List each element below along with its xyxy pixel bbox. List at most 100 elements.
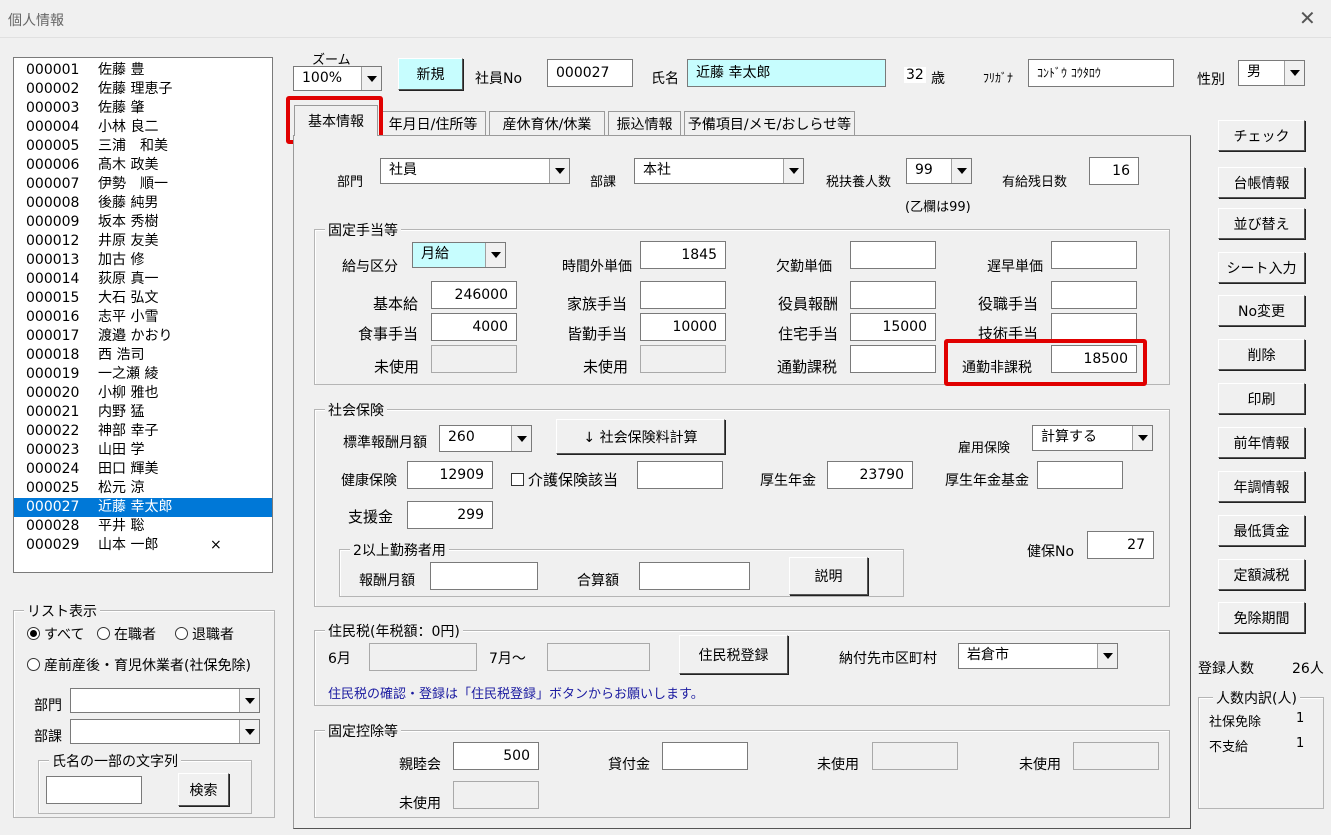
gender-select[interactable]: 男 — [1238, 60, 1305, 86]
pay-type-select[interactable]: 月給 — [412, 242, 506, 268]
dependents-select[interactable]: 99 — [906, 158, 972, 184]
close-icon[interactable]: ✕ — [1299, 6, 1316, 30]
std-monthly-select[interactable]: 260 — [439, 425, 532, 452]
radio-all[interactable]: すべて — [27, 624, 84, 644]
list-item[interactable]: 000013 加古 修 — [14, 251, 272, 270]
multi-monthly-field[interactable] — [430, 562, 538, 590]
commute-taxable-field[interactable] — [850, 345, 936, 373]
support-field[interactable]: 299 — [407, 501, 493, 529]
list-item[interactable]: 000022 神部 幸子 — [14, 422, 272, 441]
zoom-select[interactable]: 100% — [293, 66, 382, 91]
chevron-down-icon[interactable] — [549, 159, 569, 183]
family-field[interactable] — [640, 281, 726, 309]
chevron-down-icon[interactable] — [783, 159, 803, 183]
filter-dept-select[interactable] — [70, 688, 260, 713]
list-item[interactable]: 000007 伊勢 順一 — [14, 175, 272, 194]
name-field[interactable]: 近藤 幸太郎 — [687, 59, 886, 87]
list-item[interactable]: 000008 後藤 純男 — [14, 194, 272, 213]
chevron-down-icon[interactable] — [1097, 644, 1117, 668]
loan-field[interactable] — [662, 742, 748, 770]
new-button[interactable]: 新規 — [398, 58, 463, 90]
sheet-input-button[interactable]: シート入力 — [1218, 252, 1305, 283]
employee-list[interactable]: 000001 佐藤 豊 000002 佐藤 理恵子 000003 佐藤 肇 000004 小林… — [13, 57, 273, 573]
multi-total-field[interactable] — [639, 562, 750, 590]
list-item[interactable]: 000019 一之瀬 綾 — [14, 365, 272, 384]
section-select[interactable]: 本社 — [634, 158, 804, 184]
list-item[interactable]: 000006 髙木 政美 — [14, 156, 272, 175]
list-item[interactable]: 000002 佐藤 理恵子 — [14, 80, 272, 99]
list-item[interactable]: 000029 山本 一郎 × — [14, 536, 272, 555]
list-item[interactable]: 000025 松元 涼 — [14, 479, 272, 498]
list-item[interactable]: 000016 志平 小雪 — [14, 308, 272, 327]
list-item[interactable]: 000021 内野 猛 — [14, 403, 272, 422]
calc-insurance-button[interactable]: ↓ 社会保険料計算 — [556, 419, 725, 454]
housing-field[interactable]: 15000 — [850, 313, 936, 341]
late-rate-field[interactable] — [1051, 241, 1137, 269]
list-item[interactable]: 000020 小柳 雅也 — [14, 384, 272, 403]
list-item[interactable]: 000004 小林 良二 — [14, 118, 272, 137]
absence-rate-field[interactable] — [850, 241, 936, 269]
chevron-down-icon[interactable] — [239, 689, 259, 712]
list-item[interactable]: 000009 坂本 秀樹 — [14, 213, 272, 232]
chevron-down-icon[interactable] — [1284, 61, 1304, 85]
list-item[interactable]: 000017 渡邉 かおり — [14, 327, 272, 346]
overtime-rate-field[interactable]: 1845 — [640, 241, 726, 269]
officer-field[interactable] — [850, 281, 936, 309]
skill-field[interactable] — [1051, 313, 1137, 341]
tab-reserve[interactable]: 予備項目/メモ/おしらせ等 — [684, 111, 855, 136]
list-item[interactable]: 000012 井原 友美 — [14, 232, 272, 251]
list-item[interactable]: 000003 佐藤 肇 — [14, 99, 272, 118]
tab-dates-address[interactable]: 年月日/住所等 — [380, 111, 486, 136]
delete-button[interactable]: 削除 — [1218, 339, 1305, 370]
city-select[interactable]: 岩倉市 — [958, 643, 1118, 669]
employment-select[interactable]: 計算する — [1032, 425, 1153, 451]
list-item[interactable]: 000018 西 浩司 — [14, 346, 272, 365]
chevron-down-icon[interactable] — [1132, 426, 1152, 450]
prev-year-button[interactable]: 前年情報 — [1218, 427, 1305, 458]
base-pay-field[interactable]: 246000 — [431, 281, 517, 309]
radio-active[interactable]: 在職者 — [97, 624, 156, 644]
health-field[interactable]: 12909 — [407, 461, 493, 489]
chevron-down-icon[interactable] — [511, 426, 531, 451]
filter-section-select[interactable] — [70, 719, 260, 744]
health-no-field[interactable]: 27 — [1087, 531, 1154, 559]
radio-retired[interactable]: 退職者 — [175, 624, 234, 644]
tab-leave[interactable]: 産休育休/休業 — [489, 111, 605, 136]
care-field[interactable] — [637, 461, 723, 489]
tab-bank[interactable]: 振込情報 — [608, 111, 681, 136]
search-button[interactable]: 検索 — [178, 773, 229, 806]
chevron-down-icon[interactable] — [361, 67, 381, 90]
list-item[interactable]: 000005 三浦 和美 — [14, 137, 272, 156]
pension-field[interactable]: 23790 — [827, 461, 913, 489]
name-search-input[interactable] — [46, 776, 142, 804]
list-item[interactable]: 000027 近藤 幸太郎 — [14, 498, 272, 517]
list-item[interactable]: 000024 田口 輝美 — [14, 460, 272, 479]
emp-no-field[interactable]: 000027 — [547, 59, 633, 87]
meal-field[interactable]: 4000 — [431, 313, 517, 341]
check-button[interactable]: チェック — [1218, 120, 1305, 151]
attendance-field[interactable]: 10000 — [640, 313, 726, 341]
fixed-tax-reduction-button[interactable]: 定額減税 — [1218, 559, 1305, 590]
dept-select[interactable]: 社員 — [380, 158, 570, 184]
sort-button[interactable]: 並び替え — [1218, 208, 1305, 239]
list-item[interactable]: 000028 平井 聡 — [14, 517, 272, 536]
resident-tax-register-button[interactable]: 住民税登録 — [679, 635, 788, 674]
change-no-button[interactable]: No変更 — [1218, 295, 1305, 326]
radio-leave[interactable]: 産前産後・育児休業者(社保免除) — [27, 655, 251, 675]
ledger-button[interactable]: 台帳情報 — [1218, 167, 1305, 198]
exemption-period-button[interactable]: 免除期間 — [1218, 602, 1305, 633]
list-item[interactable]: 000001 佐藤 豊 — [14, 61, 272, 80]
explain-button[interactable]: 説明 — [789, 557, 868, 595]
min-wage-button[interactable]: 最低賃金 — [1218, 515, 1305, 546]
list-item[interactable]: 000014 荻原 真一 — [14, 270, 272, 289]
print-button[interactable]: 印刷 — [1218, 383, 1305, 414]
tab-basic[interactable]: 基本情報 — [294, 105, 378, 136]
furigana-field[interactable]: ｺﾝﾄﾞｳ ｺｳﾀﾛｳ — [1028, 59, 1174, 87]
social-club-field[interactable]: 500 — [453, 742, 539, 770]
position-field[interactable] — [1051, 281, 1137, 309]
chevron-down-icon[interactable] — [951, 159, 971, 183]
year-end-button[interactable]: 年調情報 — [1218, 471, 1305, 502]
list-item[interactable]: 000023 山田 学 — [14, 441, 272, 460]
list-item[interactable]: 000015 大石 弘文 — [14, 289, 272, 308]
paid-leave-field[interactable]: 16 — [1089, 157, 1139, 185]
